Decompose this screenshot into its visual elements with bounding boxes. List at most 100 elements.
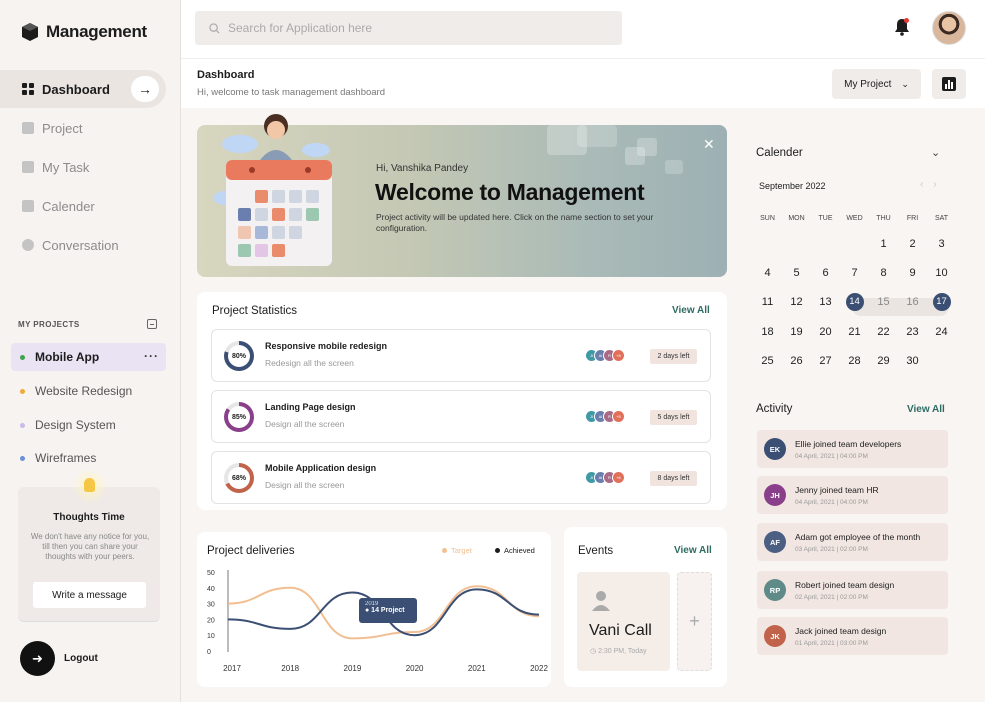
nav-my-task[interactable]: My Task <box>22 157 89 177</box>
nav-project[interactable]: Project <box>22 118 82 138</box>
tooltip-value: ● 14 Project <box>365 607 405 614</box>
calendar-day[interactable]: 18 <box>753 323 782 341</box>
project-wireframes[interactable]: Wireframes <box>20 450 96 466</box>
calendar-day[interactable]: 20 <box>811 323 840 341</box>
calendar-day[interactable]: 2 <box>898 235 927 253</box>
member-more-badge: +6 <box>612 471 625 484</box>
legend-target: Target <box>442 546 472 555</box>
calendar-day[interactable]: 21 <box>840 323 869 341</box>
calendar-day <box>782 235 811 253</box>
x-tick-label: 2022 <box>530 664 548 673</box>
calendar-day[interactable]: 29 <box>869 352 898 370</box>
page-subtitle: Hi, welcome to task management dashboard <box>197 87 385 98</box>
activity-text: Jack joined team design <box>795 626 887 636</box>
activity-item[interactable]: JK Jack joined team design 01 April, 2021 … <box>757 617 948 655</box>
project-label: Website Redesign <box>35 384 133 398</box>
close-icon[interactable]: ✕ <box>703 136 715 153</box>
calendar-day[interactable]: 4 <box>753 264 782 282</box>
calendar-day[interactable]: 9 <box>898 264 927 282</box>
chevron-down-icon[interactable]: ⌄ <box>931 146 940 159</box>
calendar-day <box>840 235 869 253</box>
days-left-badge: 5 days left <box>650 410 697 425</box>
page-title: Dashboard <box>197 69 255 81</box>
activity-item[interactable]: JH Jenny joined team HR 04 April, 2021 | 0… <box>757 476 948 514</box>
calendar-day[interactable]: 23 <box>898 323 927 341</box>
calendar-nav-icons[interactable]: ‹› <box>920 179 947 190</box>
project-statistics-view-all[interactable]: View All <box>672 305 710 316</box>
calendar-day-selected[interactable]: 14 <box>845 293 864 312</box>
stat-row[interactable]: 68% Mobile Application design Design all t… <box>211 451 711 504</box>
project-select[interactable]: My Project ⌄ <box>832 69 921 99</box>
calendar-title: Calender <box>756 147 803 159</box>
nav-conversation[interactable]: Conversation <box>22 235 119 255</box>
chart-button[interactable] <box>932 69 966 99</box>
activity-view-all[interactable]: View All <box>907 404 945 415</box>
stat-row[interactable]: 85% Landing Page design Design all the scr… <box>211 390 711 443</box>
project-dot-icon <box>20 455 25 461</box>
activity-avatar: JH <box>764 484 786 506</box>
search-input[interactable] <box>228 21 608 35</box>
project-mobile-app[interactable]: Mobile App <box>20 349 99 365</box>
calendar-day[interactable]: 16 <box>898 293 927 311</box>
activity-text: Ellie joined team developers <box>795 439 902 449</box>
activity-item[interactable]: EK Ellie joined team developers 04 April, … <box>757 430 948 468</box>
calendar-week: 11 12 13 14 15 16 17 <box>753 288 956 317</box>
events-view-all[interactable]: View All <box>674 545 712 556</box>
calendar-day[interactable]: 6 <box>811 264 840 282</box>
calendar-day[interactable]: 1 <box>869 235 898 253</box>
calendar-day[interactable]: 26 <box>782 352 811 370</box>
y-tick-label: 30 <box>207 602 215 609</box>
y-tick-label: 10 <box>207 633 215 640</box>
activity-item[interactable]: RP Robert joined team design 02 April, 202… <box>757 571 948 609</box>
logo-cube-icon <box>22 23 38 41</box>
calendar-day[interactable]: 11 <box>753 293 782 311</box>
search-icon <box>209 22 220 34</box>
nav-dashboard[interactable]: Dashboard <box>22 79 110 99</box>
calendar-day[interactable]: 25 <box>753 352 782 370</box>
calendar-day[interactable]: 27 <box>811 352 840 370</box>
legend-target-label: Target <box>451 546 472 555</box>
activity-item[interactable]: AF Adam got employee of the month 03 April… <box>757 523 948 561</box>
calendar-day[interactable]: 22 <box>869 323 898 341</box>
add-event-button[interactable]: + <box>677 572 712 671</box>
calendar-day[interactable]: 19 <box>782 323 811 341</box>
calendar-day[interactable]: 8 <box>869 264 898 282</box>
calendar-day[interactable]: 17 <box>927 293 956 312</box>
more-icon[interactable]: ··· <box>144 349 159 363</box>
calendar-day[interactable]: 7 <box>840 264 869 282</box>
calendar-day[interactable]: 30 <box>898 352 927 370</box>
calendar-day[interactable]: 24 <box>927 323 956 341</box>
progress-ring: 85% <box>224 402 254 432</box>
project-dot-icon <box>20 388 25 394</box>
thoughts-text: We don't have any notice for you, till t… <box>30 532 150 561</box>
arrow-right-icon[interactable]: → <box>131 76 159 102</box>
y-tick-label: 0 <box>207 649 211 656</box>
logout-icon[interactable]: ➜ <box>20 641 55 676</box>
stat-name: Responsive mobile redesign <box>265 341 388 351</box>
progress-ring: 68% <box>224 463 254 493</box>
calendar-day[interactable]: 3 <box>927 235 956 253</box>
chart-tooltip: 2019 ● 14 Project <box>359 598 417 623</box>
write-message-button[interactable]: Write a message <box>33 582 146 608</box>
logout-label[interactable]: Logout <box>64 653 98 664</box>
calendar-day[interactable]: 14 <box>840 293 869 312</box>
calendar-day[interactable]: 10 <box>927 264 956 282</box>
nav-calender[interactable]: Calender <box>22 196 95 216</box>
calendar-day[interactable]: 13 <box>811 293 840 311</box>
collapse-icon[interactable] <box>147 319 157 329</box>
calendar-day[interactable]: 12 <box>782 293 811 311</box>
project-website-redesign[interactable]: Website Redesign <box>20 383 132 399</box>
stat-row[interactable]: 80% Responsive mobile redesign Redesign al… <box>211 329 711 382</box>
y-tick-label: 40 <box>207 586 215 593</box>
calendar-day[interactable]: 5 <box>782 264 811 282</box>
calendar-day[interactable]: 28 <box>840 352 869 370</box>
calendar-day-selected[interactable]: 17 <box>932 293 951 312</box>
project-design-system[interactable]: Design System <box>20 417 116 433</box>
calendar-day[interactable]: 15 <box>869 293 898 311</box>
user-avatar[interactable] <box>932 11 966 45</box>
activity-text: Jenny joined team HR <box>795 485 879 495</box>
search-bar[interactable] <box>195 11 622 45</box>
calendar-week: 4 5 6 7 8 9 10 <box>753 258 956 287</box>
calendar-illustration <box>213 114 332 266</box>
lightbulb-icon <box>84 478 95 492</box>
